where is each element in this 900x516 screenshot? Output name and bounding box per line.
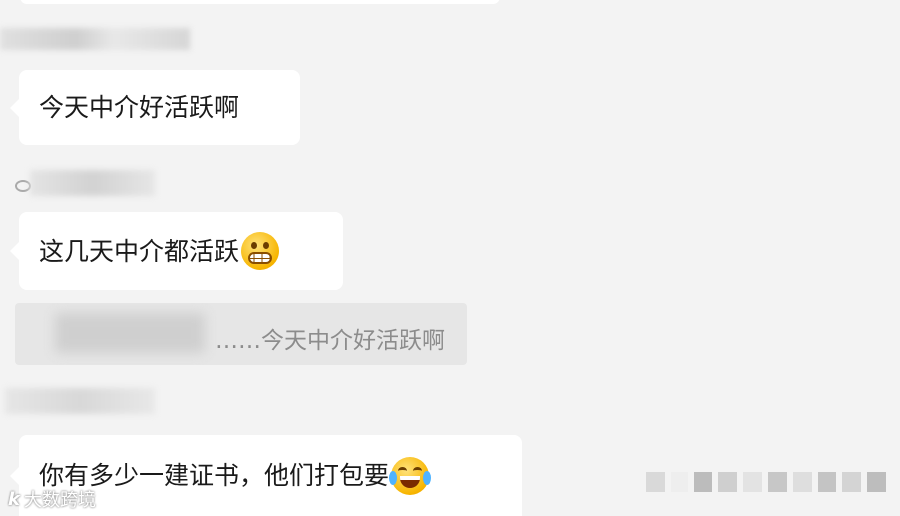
message-text: 这几天中介都活跃 <box>39 236 240 266</box>
laughing-tears-icon <box>389 456 432 495</box>
grinning-face-icon <box>241 232 280 270</box>
message-text: 你有多少一建证书，他们打包要 <box>39 461 390 490</box>
message-bubble[interactable]: 这几天中介都活跃 <box>10 212 343 290</box>
message-bubble[interactable]: 今天中介好活跃啊 <box>10 70 300 145</box>
watermark-text: 大数跨境 <box>23 490 96 511</box>
sender-name-redacted <box>30 170 155 196</box>
partial-message-bubble[interactable] <box>20 0 500 4</box>
redacted-timestamp <box>646 472 886 494</box>
sender-name-redacted <box>0 28 190 50</box>
sender-name-redacted <box>5 388 155 414</box>
quoted-text: ……今天中介好活跃啊 <box>215 328 445 354</box>
sender-icon <box>15 180 31 192</box>
message-text: 今天中介好活跃啊 <box>39 93 240 122</box>
quoted-sender-redacted <box>55 313 205 353</box>
watermark: k 大数跨境 <box>8 486 96 512</box>
watermark-logo: k <box>8 488 20 510</box>
quoted-reply[interactable]: ……今天中介好活跃啊 <box>15 303 467 365</box>
